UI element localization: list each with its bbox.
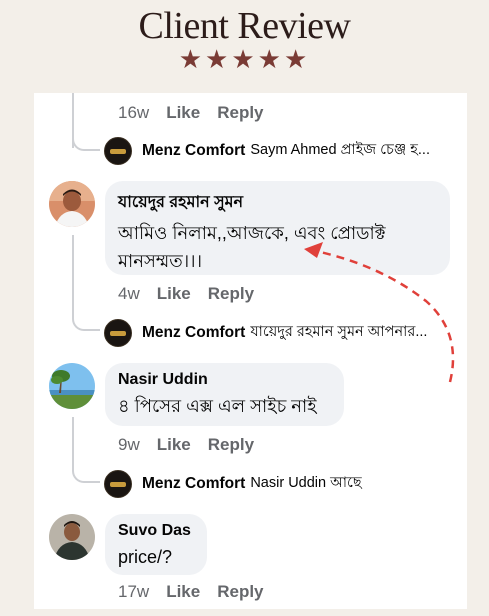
star-rating: ★★★★★ <box>178 44 311 74</box>
page-title: Client Review <box>138 5 351 47</box>
comment-thread-card: 16w Like Reply Menz Comfort Saym Ahmed প্র… <box>34 93 467 609</box>
dashed-arrow <box>304 242 455 383</box>
